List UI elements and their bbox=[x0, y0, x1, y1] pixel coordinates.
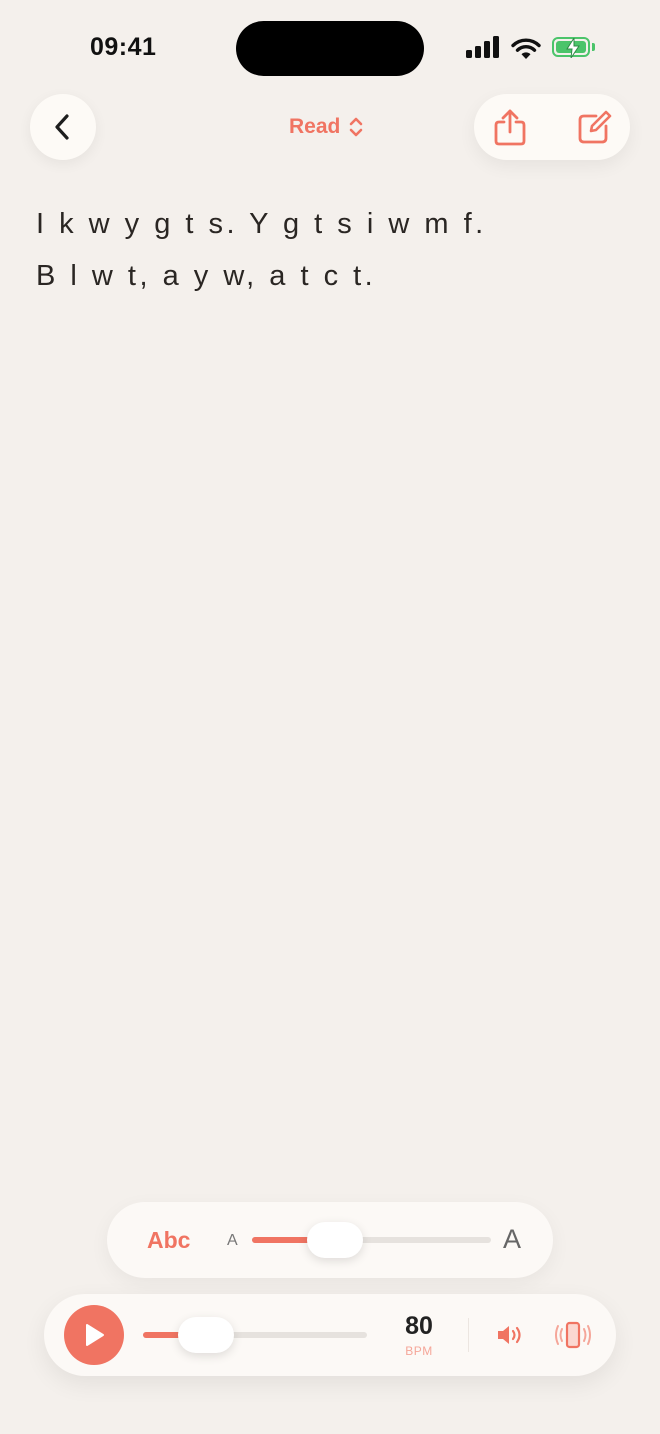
font-style-button[interactable]: Abc bbox=[147, 1227, 190, 1254]
font-size-slider[interactable] bbox=[252, 1237, 491, 1243]
metronome-bar: 80 BPM bbox=[44, 1294, 616, 1376]
tempo-slider-thumb[interactable] bbox=[177, 1317, 234, 1353]
speaker-icon[interactable] bbox=[496, 1322, 524, 1348]
header-actions bbox=[474, 94, 630, 160]
text-line: B l w t, a y w, a t c t. bbox=[36, 260, 377, 292]
status-time: 09:41 bbox=[90, 33, 157, 61]
edit-icon[interactable] bbox=[576, 110, 612, 146]
play-button[interactable] bbox=[64, 1305, 124, 1365]
font-size-small-label: A bbox=[227, 1232, 238, 1249]
wifi-icon bbox=[511, 38, 541, 59]
text-line: I k w y g t s. Y g t s i w m f. bbox=[36, 208, 487, 240]
mode-label: Read bbox=[289, 115, 341, 138]
tempo-slider[interactable] bbox=[143, 1332, 367, 1338]
cellular-signal-icon bbox=[466, 36, 502, 58]
mode-selector[interactable]: Read bbox=[289, 113, 364, 141]
vibrate-icon[interactable] bbox=[554, 1320, 592, 1350]
tempo-unit: BPM bbox=[405, 1344, 433, 1358]
play-icon bbox=[86, 1324, 104, 1346]
dynamic-island bbox=[236, 21, 424, 76]
reading-text: I k w y g t s. Y g t s i w m f. B l w t,… bbox=[36, 198, 636, 302]
font-size-slider-thumb[interactable] bbox=[306, 1222, 363, 1258]
up-down-chevron-icon bbox=[350, 117, 363, 137]
back-chevron-icon bbox=[55, 114, 69, 140]
battery-icon bbox=[552, 37, 590, 58]
font-size-large-label: A bbox=[503, 1224, 522, 1254]
divider bbox=[468, 1318, 469, 1352]
share-icon[interactable] bbox=[492, 108, 528, 146]
tempo-value: 80 bbox=[405, 1312, 433, 1340]
font-size-panel: Abc A A bbox=[107, 1202, 553, 1278]
back-button[interactable] bbox=[30, 94, 96, 160]
